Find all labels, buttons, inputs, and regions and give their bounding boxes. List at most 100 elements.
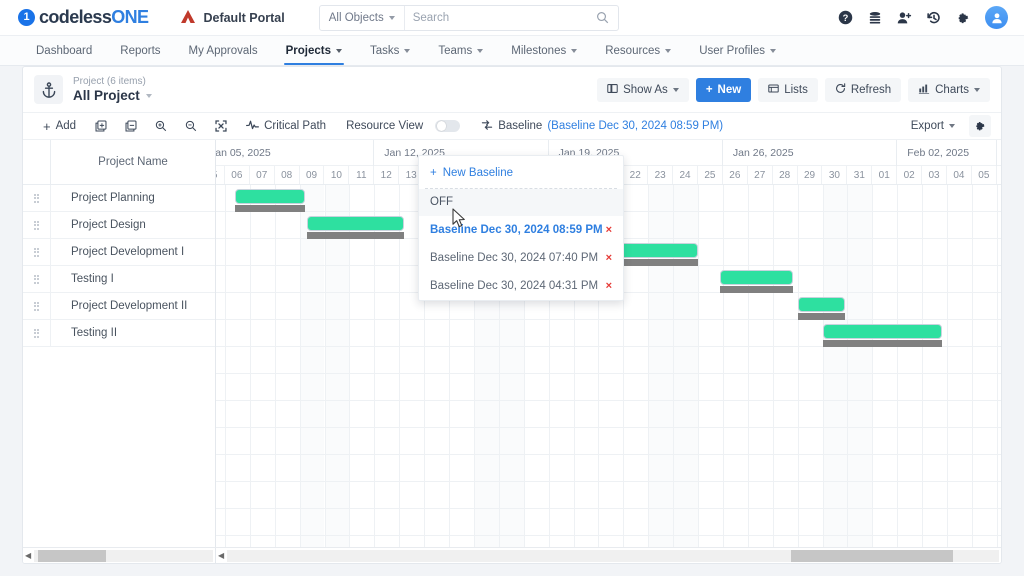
page-title[interactable]: All Project: [73, 88, 152, 104]
drag-handle-icon[interactable]: [23, 320, 51, 346]
add-user-icon[interactable]: [897, 11, 912, 25]
baseline-option-1[interactable]: Baseline Dec 30, 2024 07:40 PM ×: [419, 244, 623, 272]
nav-item-resources[interactable]: Resources: [591, 36, 685, 65]
scroll-thumb[interactable]: [790, 549, 953, 562]
add-button[interactable]: + Add: [33, 120, 86, 133]
table-row[interactable]: Project Development II: [23, 293, 215, 320]
table-row[interactable]: Project Development I: [23, 239, 215, 266]
timeline-day-label: 02: [897, 166, 923, 184]
timeline-day-label: 27: [748, 166, 773, 184]
history-icon[interactable]: [927, 11, 941, 25]
gantt-bar[interactable]: [234, 189, 305, 204]
resource-view-toggle[interactable]: [435, 119, 461, 133]
grid-line-vertical: [374, 185, 376, 547]
timeline-day-label: 06: [225, 166, 250, 184]
nav-item-my-approvals[interactable]: My Approvals: [175, 36, 272, 65]
grid-line-horizontal: [216, 427, 1001, 428]
scroll-thumb[interactable]: [37, 549, 106, 562]
drag-handle-icon[interactable]: [23, 185, 51, 211]
application-window: 1 codelessONE Default Portal All Objects…: [0, 0, 1024, 576]
task-list-scrollbar[interactable]: ◀: [23, 548, 216, 563]
nav-item-teams[interactable]: Teams: [424, 36, 497, 65]
resource-view-group: Resource View: [336, 119, 461, 133]
scroll-track[interactable]: [227, 549, 999, 562]
timeline-week-label: Feb 02, 2025: [897, 140, 997, 166]
avatar[interactable]: [985, 6, 1008, 29]
grid-line-vertical: [399, 185, 401, 547]
nav-label: Resources: [605, 44, 661, 57]
search-input[interactable]: [404, 11, 596, 24]
baseline-button[interactable]: Baseline: [471, 119, 552, 134]
scroll-track[interactable]: [34, 549, 213, 562]
gantt-row-list: Project Planning Project Design Project De…: [23, 185, 215, 366]
logo-text-secondary: ONE: [111, 7, 149, 27]
delete-baseline-icon[interactable]: ×: [606, 252, 612, 264]
table-row[interactable]: Project Design: [23, 212, 215, 239]
indent-icon[interactable]: [86, 120, 116, 132]
gantt-bar[interactable]: [307, 216, 405, 231]
timeline-scrollbar[interactable]: ◀: [216, 548, 1001, 563]
nav-item-milestones[interactable]: Milestones: [497, 36, 591, 65]
nav-item-tasks[interactable]: Tasks: [356, 36, 424, 65]
zoom-out-icon[interactable]: [176, 120, 206, 132]
svg-text:?: ?: [843, 13, 849, 23]
baseline-option-0[interactable]: Baseline Dec 30, 2024 08:59 PM ×: [419, 216, 623, 244]
chevron-down-icon: [571, 48, 578, 53]
gantt-bar[interactable]: [720, 270, 793, 285]
gantt-baseline-bar: [822, 340, 943, 347]
zoom-in-icon[interactable]: [146, 120, 176, 132]
show-as-label: Show As: [623, 83, 668, 96]
drag-handle-icon[interactable]: [23, 239, 51, 265]
grid-line-vertical: [673, 185, 675, 547]
delete-baseline-icon[interactable]: ×: [606, 280, 612, 292]
new-button[interactable]: + New: [695, 77, 752, 102]
charts-button[interactable]: Charts: [908, 77, 990, 102]
nav-item-user-profiles[interactable]: User Profiles: [685, 36, 790, 65]
gantt-bar[interactable]: [822, 324, 943, 339]
nav-item-projects[interactable]: Projects: [272, 36, 356, 65]
scroll-left-icon[interactable]: ◀: [25, 551, 31, 560]
weekend-column: [299, 185, 325, 547]
logo-text-primary: codeless: [39, 7, 112, 27]
baseline-current-link[interactable]: (Baseline Dec 30, 2024 08:59 PM): [547, 120, 723, 132]
baseline-option-off[interactable]: OFF: [419, 189, 623, 216]
critical-path-button[interactable]: Critical Path: [236, 119, 336, 133]
refresh-button[interactable]: Refresh: [824, 77, 902, 102]
table-row[interactable]: Testing II: [23, 320, 215, 347]
gear-icon[interactable]: [956, 11, 970, 25]
nav-item-dashboard[interactable]: Dashboard: [22, 36, 106, 65]
database-icon[interactable]: [868, 11, 882, 25]
portal-selector[interactable]: Default Portal: [180, 9, 285, 26]
fit-screen-icon[interactable]: [206, 120, 236, 132]
outdent-icon[interactable]: [116, 120, 146, 132]
table-row[interactable]: Testing I: [23, 266, 215, 293]
lists-button[interactable]: Lists: [758, 77, 818, 102]
export-button[interactable]: Export: [901, 120, 965, 132]
search-icon[interactable]: [596, 11, 618, 24]
timeline-day-label: 10: [325, 166, 350, 184]
drag-handle-icon[interactable]: [23, 293, 51, 319]
scroll-left-icon[interactable]: ◀: [218, 551, 224, 560]
baseline-option-2[interactable]: Baseline Dec 30, 2024 04:31 PM ×: [419, 272, 623, 300]
export-label: Export: [910, 120, 944, 132]
new-baseline-button[interactable]: + New Baseline: [419, 159, 623, 188]
settings-gear-icon[interactable]: [969, 115, 991, 137]
grid-line-vertical: [349, 185, 351, 547]
object-type-selector[interactable]: All Objects: [320, 5, 405, 30]
show-as-button[interactable]: Show As: [597, 77, 689, 102]
grid-line-vertical: [722, 185, 724, 547]
drag-handle-icon[interactable]: [23, 212, 51, 238]
grid-line-horizontal: [216, 535, 1001, 536]
table-row[interactable]: Project Planning: [23, 185, 215, 212]
delete-baseline-icon[interactable]: ×: [606, 224, 612, 236]
nav-item-reports[interactable]: Reports: [106, 36, 174, 65]
drag-handle-icon[interactable]: [23, 266, 51, 292]
timeline-day-label: 30: [823, 166, 848, 184]
portal-label: Default Portal: [203, 10, 285, 25]
gantt-bar[interactable]: [797, 297, 845, 312]
baseline-option-label: Baseline Dec 30, 2024 08:59 PM: [430, 224, 603, 236]
app-logo[interactable]: 1 codelessONE: [18, 7, 149, 28]
nav-label: Milestones: [511, 44, 567, 57]
critical-path-label: Critical Path: [264, 120, 327, 132]
help-icon[interactable]: ?: [838, 10, 853, 25]
